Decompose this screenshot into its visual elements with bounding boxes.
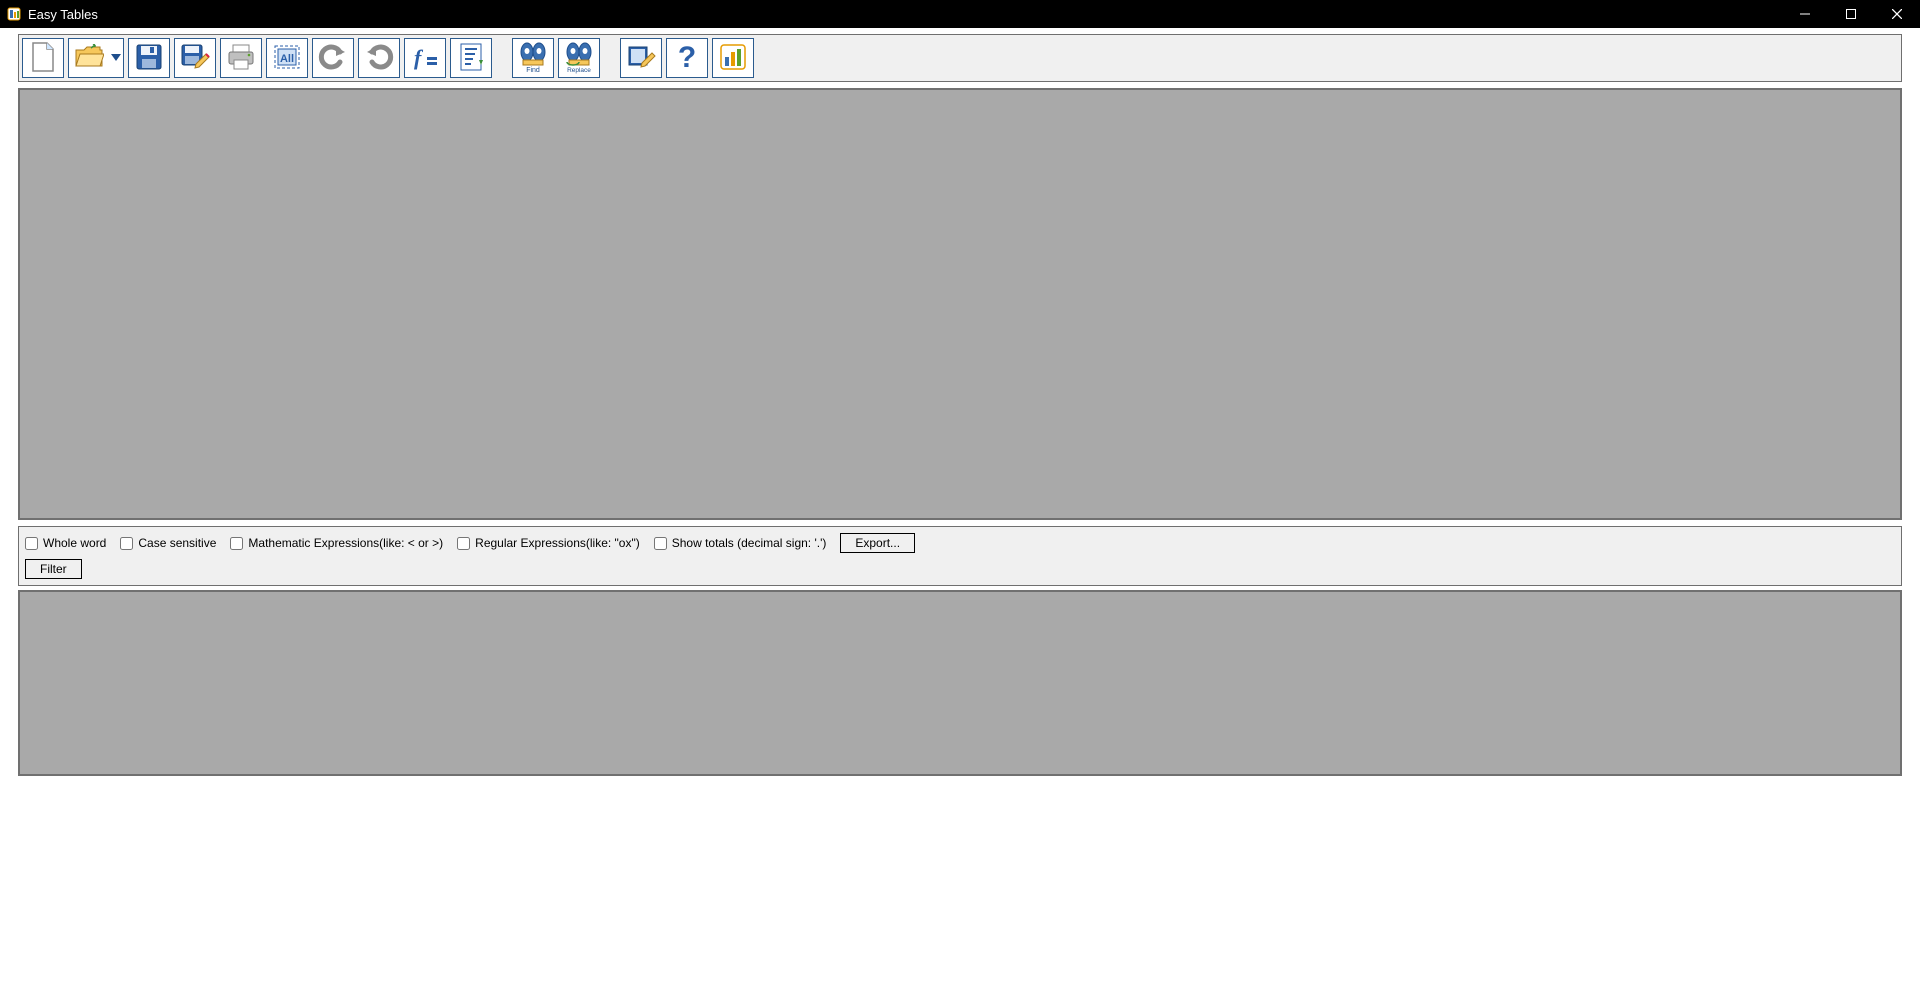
title-bar: Easy Tables: [0, 0, 1920, 28]
save-icon: [135, 43, 163, 74]
sort-button[interactable]: [450, 38, 492, 78]
new-button[interactable]: [22, 38, 64, 78]
help-icon: ?: [674, 42, 700, 75]
math-expressions-label: Mathematic Expressions(like: < or >): [248, 536, 443, 550]
print-button[interactable]: [220, 38, 262, 78]
save-button[interactable]: [128, 38, 170, 78]
redo-icon: [364, 44, 394, 73]
regex-label: Regular Expressions(like: "ox"): [475, 536, 640, 550]
select-all-icon: All: [272, 43, 302, 74]
chevron-down-icon: [111, 51, 121, 65]
toolbar: All: [18, 34, 1902, 82]
undo-button[interactable]: [312, 38, 354, 78]
find-button[interactable]: Find: [512, 38, 554, 78]
svg-text:Find: Find: [526, 67, 540, 74]
options-icon: [626, 43, 656, 74]
whole-word-checkbox[interactable]: Whole word: [25, 536, 106, 550]
close-button[interactable]: [1874, 0, 1920, 28]
help-button[interactable]: ?: [666, 38, 708, 78]
undo-icon: [318, 44, 348, 73]
show-totals-label: Show totals (decimal sign: '.'): [672, 536, 827, 550]
window-title: Easy Tables: [28, 7, 98, 22]
case-sensitive-checkbox[interactable]: Case sensitive: [120, 536, 216, 550]
fx-icon: f: [410, 43, 440, 74]
options-button[interactable]: [620, 38, 662, 78]
case-sensitive-label: Case sensitive: [138, 536, 216, 550]
new-file-icon: [29, 41, 57, 76]
svg-text:All: All: [280, 53, 294, 65]
chart-icon: [719, 43, 747, 74]
replace-icon: Replace: [563, 40, 595, 77]
maximize-button[interactable]: [1828, 0, 1874, 28]
export-button[interactable]: Export...: [840, 533, 915, 553]
chart-button[interactable]: [712, 38, 754, 78]
print-icon: [226, 43, 256, 74]
minimize-button[interactable]: [1782, 0, 1828, 28]
main-grid-area[interactable]: [18, 88, 1902, 520]
filter-bar: Whole word Case sensitive Mathematic Exp…: [18, 526, 1902, 586]
app-icon: [6, 6, 22, 22]
formula-button[interactable]: f: [404, 38, 446, 78]
save-as-button[interactable]: [174, 38, 216, 78]
replace-button[interactable]: Replace: [558, 38, 600, 78]
find-icon: Find: [517, 40, 549, 77]
svg-text:f: f: [414, 45, 424, 70]
redo-button[interactable]: [358, 38, 400, 78]
open-dropdown-arrow[interactable]: [109, 51, 123, 65]
svg-text:Replace: Replace: [567, 67, 591, 74]
folder-open-icon: [74, 44, 104, 73]
save-edit-icon: [180, 42, 210, 75]
show-totals-checkbox[interactable]: Show totals (decimal sign: '.'): [654, 536, 827, 550]
filter-button[interactable]: Filter: [25, 559, 82, 579]
results-grid-area[interactable]: [18, 590, 1902, 776]
sort-icon: [457, 42, 485, 75]
regex-checkbox[interactable]: Regular Expressions(like: "ox"): [457, 536, 640, 550]
open-button[interactable]: [68, 38, 124, 78]
select-all-button[interactable]: All: [266, 38, 308, 78]
whole-word-label: Whole word: [43, 536, 106, 550]
math-expressions-checkbox[interactable]: Mathematic Expressions(like: < or >): [230, 536, 443, 550]
svg-text:?: ?: [678, 42, 696, 72]
